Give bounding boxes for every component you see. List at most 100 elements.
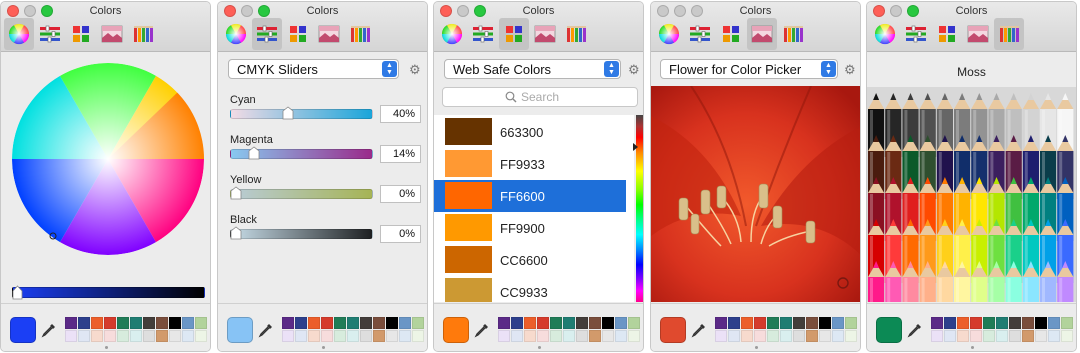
favorite-swatch[interactable] bbox=[360, 317, 372, 329]
favorite-swatch[interactable] bbox=[1022, 330, 1034, 342]
magenta-slider[interactable] bbox=[230, 146, 373, 160]
favorite-swatch[interactable] bbox=[386, 317, 398, 329]
favorite-swatch[interactable] bbox=[130, 330, 142, 342]
sliders-icon[interactable] bbox=[468, 18, 498, 50]
resize-grip[interactable] bbox=[105, 346, 108, 349]
favorite-swatch[interactable] bbox=[282, 330, 294, 342]
favorite-swatch[interactable] bbox=[78, 330, 90, 342]
palettes-icon[interactable] bbox=[932, 18, 962, 50]
favorite-swatch[interactable] bbox=[806, 330, 818, 342]
brightness-slider[interactable] bbox=[12, 285, 205, 300]
favorite-swatch[interactable] bbox=[931, 317, 943, 329]
palettes-icon[interactable] bbox=[283, 18, 313, 50]
favorite-swatch[interactable] bbox=[1009, 330, 1021, 342]
sliders-icon[interactable] bbox=[35, 18, 65, 50]
favorite-swatch[interactable] bbox=[182, 317, 194, 329]
favorite-swatch[interactable] bbox=[334, 317, 346, 329]
favorite-swatch[interactable] bbox=[957, 317, 969, 329]
favorite-swatch[interactable] bbox=[628, 330, 640, 342]
pencils-icon[interactable] bbox=[345, 18, 375, 50]
favorite-swatch[interactable] bbox=[793, 330, 805, 342]
favorite-swatch[interactable] bbox=[524, 330, 536, 342]
favorite-swatch[interactable] bbox=[143, 317, 155, 329]
eyedropper-icon[interactable] bbox=[691, 322, 707, 343]
favorite-swatch[interactable] bbox=[845, 330, 857, 342]
favorite-swatch[interactable] bbox=[334, 330, 346, 342]
favorite-swatch[interactable] bbox=[754, 317, 766, 329]
favorite-swatch[interactable] bbox=[195, 330, 207, 342]
favorite-swatch[interactable] bbox=[715, 330, 727, 342]
color-wheel-icon[interactable] bbox=[4, 18, 34, 50]
sliders-icon[interactable] bbox=[252, 18, 282, 50]
favorite-swatch[interactable] bbox=[576, 317, 588, 329]
favorite-swatch[interactable] bbox=[931, 330, 943, 342]
favorite-swatch[interactable] bbox=[715, 317, 727, 329]
palettes-icon[interactable] bbox=[716, 18, 746, 50]
favorite-swatch[interactable] bbox=[602, 317, 614, 329]
black-value-field[interactable]: 0% bbox=[380, 225, 421, 243]
color-wheel-icon[interactable] bbox=[870, 18, 900, 50]
favorite-swatch[interactable] bbox=[511, 330, 523, 342]
favorite-swatch[interactable] bbox=[576, 330, 588, 342]
pencils-icon[interactable] bbox=[994, 18, 1024, 50]
pencils-icon[interactable] bbox=[128, 18, 158, 50]
slider-mode-dropdown[interactable]: CMYK Sliders ▲ ▼ bbox=[228, 59, 399, 79]
favorite-swatch[interactable] bbox=[282, 317, 294, 329]
favorite-swatch[interactable] bbox=[498, 317, 510, 329]
favorite-swatch[interactable] bbox=[117, 317, 129, 329]
eyedropper-icon[interactable] bbox=[907, 322, 923, 343]
favorite-swatch[interactable] bbox=[728, 330, 740, 342]
cyan-slider[interactable] bbox=[230, 106, 373, 120]
gear-icon[interactable]: ⚙ bbox=[844, 63, 856, 76]
favorite-swatch[interactable] bbox=[321, 330, 333, 342]
favorite-swatch[interactable] bbox=[65, 317, 77, 329]
slider-knob[interactable] bbox=[282, 106, 294, 120]
slider-knob[interactable] bbox=[230, 226, 242, 240]
favorite-swatch[interactable] bbox=[511, 317, 523, 329]
favorite-swatch[interactable] bbox=[373, 330, 385, 342]
favorite-swatch[interactable] bbox=[550, 317, 562, 329]
slider-knob[interactable] bbox=[248, 146, 260, 160]
favorite-swatch[interactable] bbox=[295, 317, 307, 329]
favorite-swatch[interactable] bbox=[498, 330, 510, 342]
eyedropper-icon[interactable] bbox=[41, 322, 57, 343]
favorite-swatch[interactable] bbox=[195, 317, 207, 329]
favorite-swatch[interactable] bbox=[360, 330, 372, 342]
cyan-value-field[interactable]: 40% bbox=[380, 105, 421, 123]
favorite-swatch[interactable] bbox=[602, 330, 614, 342]
resize-grip[interactable] bbox=[538, 346, 541, 349]
image-palettes-icon[interactable] bbox=[963, 18, 993, 50]
favorite-swatch[interactable] bbox=[91, 330, 103, 342]
pencils-icon[interactable] bbox=[561, 18, 591, 50]
favorite-swatch[interactable] bbox=[156, 317, 168, 329]
favorite-swatch[interactable] bbox=[78, 317, 90, 329]
favorite-swatch[interactable] bbox=[412, 330, 424, 342]
favorite-swatch[interactable] bbox=[767, 330, 779, 342]
favorite-swatch[interactable] bbox=[806, 317, 818, 329]
favorite-swatch[interactable] bbox=[970, 330, 982, 342]
favorite-swatch[interactable] bbox=[1048, 330, 1060, 342]
resize-grip[interactable] bbox=[755, 346, 758, 349]
image-palettes-icon[interactable] bbox=[314, 18, 344, 50]
brightness-knob[interactable] bbox=[12, 285, 23, 300]
list-item[interactable]: FF9933 bbox=[434, 148, 626, 180]
favorite-swatch[interactable] bbox=[741, 330, 753, 342]
favorite-swatch[interactable] bbox=[589, 330, 601, 342]
favorite-swatch[interactable] bbox=[957, 330, 969, 342]
favorite-swatch[interactable] bbox=[412, 317, 424, 329]
favorite-swatch[interactable] bbox=[754, 330, 766, 342]
favorite-swatch[interactable] bbox=[741, 317, 753, 329]
resize-grip[interactable] bbox=[322, 346, 325, 349]
favorite-swatch[interactable] bbox=[983, 330, 995, 342]
favorite-swatch[interactable] bbox=[1035, 330, 1047, 342]
palettes-icon[interactable] bbox=[66, 18, 96, 50]
favorite-swatch[interactable] bbox=[182, 330, 194, 342]
favorite-swatch[interactable] bbox=[524, 317, 536, 329]
favorite-swatch[interactable] bbox=[143, 330, 155, 342]
gear-icon[interactable]: ⚙ bbox=[628, 63, 640, 76]
favorite-swatch[interactable] bbox=[169, 317, 181, 329]
favorite-swatch[interactable] bbox=[399, 317, 411, 329]
image-palettes-icon[interactable] bbox=[97, 18, 127, 50]
favorite-swatch[interactable] bbox=[628, 317, 640, 329]
favorite-swatch[interactable] bbox=[1035, 317, 1047, 329]
